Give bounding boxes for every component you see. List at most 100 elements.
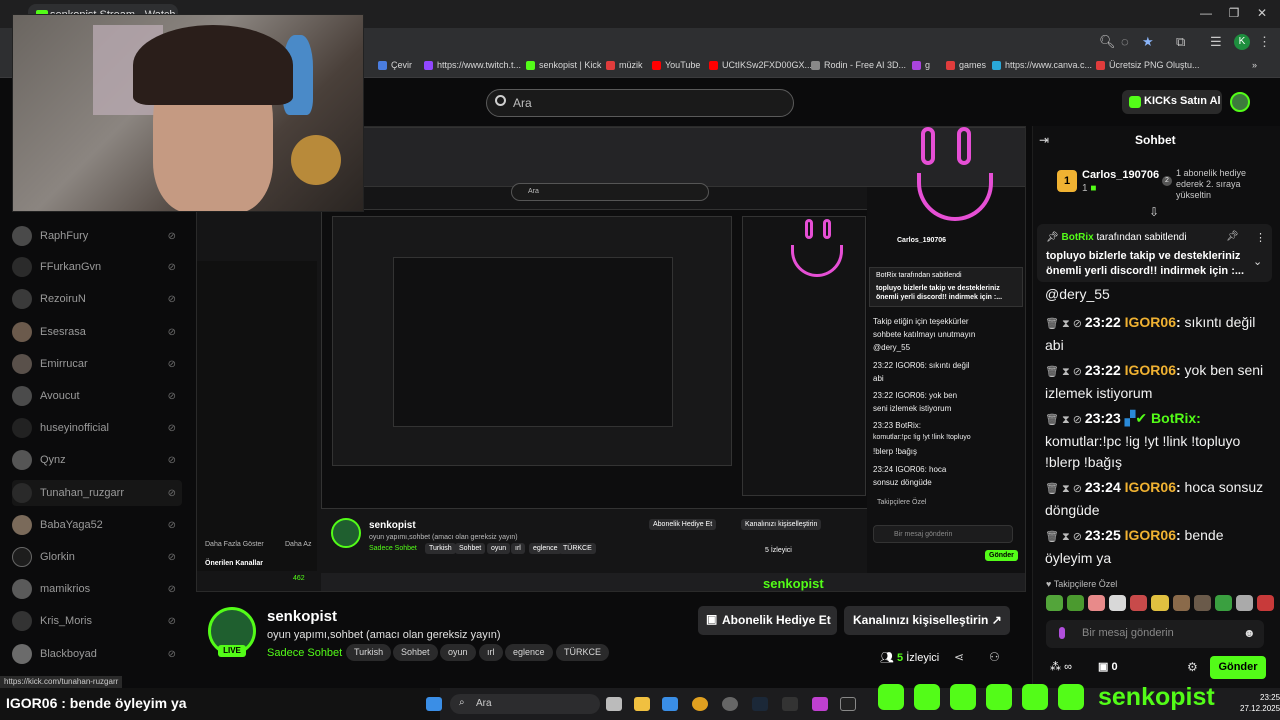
- gift-leader-user[interactable]: Carlos_190706: [1082, 169, 1159, 181]
- task-view-icon[interactable]: [606, 697, 622, 711]
- trash-icon[interactable]: 🗑︎: [1045, 483, 1059, 495]
- bookmark-item[interactable]: UCtIKSw2FXD00GX...: [709, 60, 812, 70]
- trash-icon[interactable]: 🗑︎: [1045, 531, 1059, 543]
- timeout-icon[interactable]: ⧗: [1062, 318, 1070, 330]
- follow-user-icon[interactable]: ⚇: [989, 650, 1000, 664]
- sidebar-channel[interactable]: Emirrucar ⊘: [12, 351, 182, 377]
- ban-icon[interactable]: ⊘: [1073, 531, 1082, 543]
- app-icon[interactable]: [812, 697, 828, 711]
- ban-icon[interactable]: ⊘: [1073, 318, 1082, 330]
- tag[interactable]: Sohbet: [393, 644, 438, 661]
- collapse-chat-icon[interactable]: ⇥: [1039, 133, 1049, 147]
- sidebar-channel[interactable]: huseyinofficial ⊘: [12, 415, 182, 441]
- chrome-icon[interactable]: [692, 697, 708, 711]
- sidebar-channel[interactable]: Blackboyad ⊘: [12, 641, 182, 667]
- emote[interactable]: [1067, 595, 1085, 611]
- tag[interactable]: Turkish: [346, 644, 392, 661]
- emote[interactable]: [1109, 595, 1127, 611]
- sidebar-channel[interactable]: BabaYaga52 ⊘: [12, 512, 182, 538]
- bookmark-item[interactable]: Rodin - Free AI 3D...: [811, 60, 906, 70]
- pinned-more-icon[interactable]: ⋮: [1255, 231, 1266, 244]
- profile-avatar[interactable]: K: [1234, 34, 1250, 50]
- store-icon[interactable]: [662, 697, 678, 711]
- bookmark-item[interactable]: g: [912, 60, 930, 70]
- sidebar-channel[interactable]: Glorkin ⊘: [12, 544, 182, 570]
- file-explorer-icon[interactable]: [634, 697, 650, 711]
- emote[interactable]: [1172, 595, 1190, 611]
- ban-icon[interactable]: ⊘: [1073, 366, 1082, 378]
- epic-games-icon[interactable]: [782, 697, 798, 711]
- channel-points[interactable]: ⁂ ∞: [1050, 660, 1072, 673]
- bookmark-item[interactable]: https://www.canva.c...: [992, 60, 1092, 70]
- bookmark-item[interactable]: müzik: [606, 60, 643, 70]
- close-icon[interactable]: ✕: [1252, 6, 1272, 20]
- send-button[interactable]: Gönder: [1210, 656, 1266, 679]
- emote[interactable]: [1256, 595, 1275, 611]
- emoji-icon[interactable]: ☻: [1243, 626, 1256, 640]
- taskbar-search[interactable]: Ara: [450, 694, 600, 714]
- windows-start-icon[interactable]: [426, 697, 442, 711]
- customize-channel-button[interactable]: Kanalınızı kişiselleştirin ↗: [844, 606, 1010, 635]
- tag[interactable]: eglence: [505, 644, 553, 661]
- sidebar-channel[interactable]: Esesrasa ⊘: [12, 319, 182, 345]
- mic-icon[interactable]: [1059, 627, 1065, 639]
- user-avatar[interactable]: [1230, 92, 1250, 112]
- taskbar-clock[interactable]: 23:25 27.12.2025: [1240, 692, 1280, 714]
- zoom-icon[interactable]: 🔍︎: [1099, 34, 1116, 50]
- tag[interactable]: TÜRKCE: [556, 644, 610, 661]
- steam-icon[interactable]: [752, 697, 768, 711]
- trash-icon[interactable]: 🗑︎: [1045, 366, 1059, 378]
- channel-name[interactable]: senkopist: [267, 608, 337, 625]
- bookmark-item[interactable]: games: [946, 60, 986, 70]
- sidebar-channel[interactable]: RezoiruN ⊘: [12, 286, 182, 312]
- emote[interactable]: [1130, 595, 1148, 611]
- sidebar-channel[interactable]: FFurkanGvn ⊘: [12, 254, 182, 280]
- sidebar-channel[interactable]: Qynz ⊘: [12, 447, 182, 473]
- ban-icon[interactable]: ⊘: [1073, 414, 1082, 426]
- eye-off-icon[interactable]: ◌: [1121, 34, 1129, 49]
- bookmark-item[interactable]: Ücretsiz PNG Oluştu...: [1096, 60, 1200, 70]
- bookmark-star-icon[interactable]: ★: [1142, 34, 1154, 50]
- bookmark-item[interactable]: YouTube: [652, 60, 700, 70]
- sidebar-channel[interactable]: RaphFury ⊘: [12, 223, 182, 249]
- chat-input[interactable]: Bir mesaj gönderin: [1046, 620, 1264, 648]
- gift-subscription-button[interactable]: ▣ Abonelik Hediye Et: [698, 606, 837, 635]
- sidebar-channel[interactable]: Avoucut ⊘: [12, 383, 182, 409]
- bookmark-item[interactable]: Çevir: [378, 60, 412, 70]
- tag[interactable]: oyun: [440, 644, 476, 661]
- browser-menu-icon[interactable]: ⋮: [1258, 34, 1271, 50]
- trash-icon[interactable]: 🗑︎: [1045, 318, 1059, 330]
- media-icon[interactable]: ☰: [1210, 34, 1222, 50]
- bookmark-item[interactable]: senkopist | Kick: [526, 60, 601, 70]
- timeout-icon[interactable]: ⧗: [1062, 366, 1070, 378]
- emote[interactable]: [1088, 595, 1106, 611]
- stream-category[interactable]: Sadece Sohbet: [267, 647, 342, 659]
- trash-icon[interactable]: 🗑︎: [1045, 414, 1059, 426]
- app-icon[interactable]: [722, 697, 738, 711]
- minimize-icon[interactable]: —: [1196, 6, 1216, 20]
- emote[interactable]: [1046, 595, 1064, 611]
- maximize-icon[interactable]: ❐: [1224, 6, 1244, 20]
- sidebar-channel[interactable]: Tunahan_ruzgarr ⊘: [12, 480, 182, 506]
- timeout-icon[interactable]: ⧗: [1062, 531, 1070, 543]
- gift-counter[interactable]: ▣ 0: [1098, 660, 1118, 673]
- emote[interactable]: [1214, 595, 1232, 611]
- share-icon[interactable]: ⋖: [954, 650, 964, 664]
- timeout-icon[interactable]: ⧗: [1062, 483, 1070, 495]
- expand-leaderboard-icon[interactable]: ⇩: [1149, 205, 1159, 219]
- bookmark-item[interactable]: https://www.twitch.t...: [424, 60, 521, 70]
- bookmarks-overflow-icon[interactable]: »: [1252, 60, 1257, 70]
- gear-icon[interactable]: ⚙: [1187, 660, 1198, 674]
- extensions-icon[interactable]: ⧉: [1176, 34, 1185, 50]
- ban-icon[interactable]: ⊘: [1073, 483, 1082, 495]
- tag[interactable]: ırl: [479, 644, 503, 661]
- sidebar-channel[interactable]: Kris_Moris ⊘: [12, 608, 182, 634]
- search-input[interactable]: Ara: [486, 89, 794, 117]
- timeout-icon[interactable]: ⧗: [1062, 414, 1070, 426]
- unreal-icon[interactable]: [840, 697, 856, 711]
- emote[interactable]: [1235, 595, 1253, 611]
- emote[interactable]: [1193, 595, 1211, 611]
- emote[interactable]: [1151, 595, 1169, 611]
- sidebar-channel[interactable]: mamikrios ⊘: [12, 576, 182, 602]
- unpin-icon[interactable]: 📌︎: [1226, 231, 1239, 242]
